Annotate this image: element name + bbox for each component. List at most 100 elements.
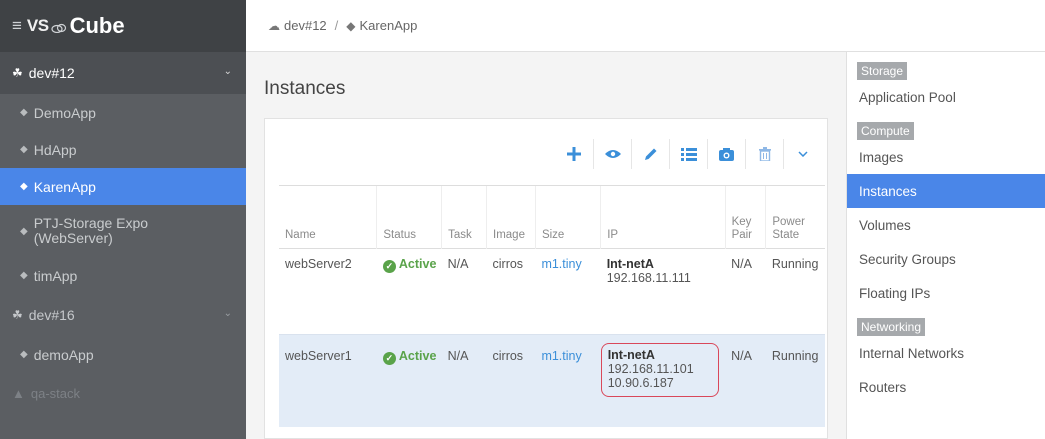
sidebar: ≡ VS Cube ☘ dev#12 ⌄ ◆ DemoApp ◆ HdApp ◆…: [0, 0, 246, 439]
check-circle-icon: ✓: [382, 260, 396, 273]
ip-highlight-box: Int-netA 192.168.11.101 10.90.6.187: [600, 343, 719, 397]
nav-item-application-pool[interactable]: Application Pool: [847, 80, 1045, 114]
instance-power-state: Running: [765, 248, 825, 335]
ip-address: 192.168.11.111: [606, 271, 691, 285]
instance-task: N/A: [441, 248, 487, 335]
app-icon: ◆: [20, 349, 28, 360]
brand-header: ≡ VS Cube: [0, 0, 246, 52]
ip-address: 192.168.11.101: [607, 362, 694, 376]
breadcrumb-app[interactable]: KarenApp: [360, 18, 418, 33]
section-header-networking: Networking: [857, 318, 926, 336]
sidebar-app-label: DemoApp: [33, 104, 96, 121]
app-icon: ◆: [20, 270, 28, 281]
main-content: Instances Name Status Task Image Size IP…: [246, 52, 846, 439]
sidebar-app-demoapp[interactable]: ◆ DemoApp: [0, 94, 246, 131]
table-header-row: Name Status Task Image Size IP Key Pair …: [279, 185, 825, 249]
network-name: Int-netA: [607, 348, 655, 362]
instance-power-state: Running: [765, 334, 825, 427]
instance-size: m1.tiny: [535, 248, 601, 335]
nav-item-routers[interactable]: Routers: [847, 370, 1045, 404]
brand-prefix: VS: [26, 16, 49, 35]
sidebar-app-timapp[interactable]: ◆ timApp: [0, 257, 246, 294]
snapshot-instance-button[interactable]: [707, 139, 745, 169]
cluster-icon: ☘: [12, 308, 23, 322]
column-header-key-pair[interactable]: Key Pair: [724, 185, 766, 249]
edit-instance-button[interactable]: [631, 139, 669, 169]
chevron-down-icon[interactable]: ⌄: [224, 66, 232, 77]
instance-ip: Int-netA 192.168.11.101 10.90.6.187: [600, 334, 726, 427]
hamburger-menu-icon[interactable]: ≡: [12, 16, 22, 36]
breadcrumb-separator: /: [334, 18, 339, 33]
chevron-down-icon: [797, 151, 808, 157]
instance-status: ✓ Active: [376, 248, 442, 335]
sidebar-app-karenapp[interactable]: ◆ KarenApp: [0, 168, 246, 205]
instances-table: Name Status Task Image Size IP Key Pair …: [279, 185, 825, 427]
column-header-ip[interactable]: IP: [600, 185, 726, 249]
instance-status: ✓ Active: [376, 334, 442, 427]
sidebar-app-label: KarenApp: [33, 178, 96, 195]
nav-item-internal-networks[interactable]: Internal Networks: [847, 336, 1045, 370]
sidebar-project-dev16[interactable]: ☘ dev#16 ⌄: [0, 294, 246, 336]
instance-size: m1.tiny: [535, 334, 601, 427]
nav-item-images[interactable]: Images: [847, 140, 1045, 174]
instance-name[interactable]: webServer2: [279, 248, 377, 335]
edit-icon: [644, 148, 656, 160]
column-header-status[interactable]: Status: [376, 185, 442, 249]
more-actions-button[interactable]: [783, 139, 821, 169]
sidebar-app-label: demoApp: [33, 346, 94, 363]
sidebar-project-label: dev#16: [28, 307, 75, 323]
breadcrumb: ☁ dev#12 / ◆ KarenApp: [246, 0, 1045, 52]
sidebar-app-ptj-storage-expo[interactable]: ◆ PTJ-Storage Expo (WebServer): [0, 205, 246, 257]
view-instance-button[interactable]: [593, 139, 631, 169]
view-icon: [604, 150, 621, 158]
nav-item-floating-ips[interactable]: Floating IPs: [847, 276, 1045, 310]
delete-instance-button[interactable]: [745, 139, 783, 169]
sidebar-app-demoapp-dev16[interactable]: ◆ demoApp: [0, 336, 246, 373]
chevron-down-icon[interactable]: ⌄: [224, 308, 232, 319]
instance-image: cirros: [486, 334, 536, 427]
nav-item-volumes[interactable]: Volumes: [847, 208, 1045, 242]
section-header-compute: Compute: [857, 122, 914, 140]
sidebar-app-label: HdApp: [33, 141, 77, 158]
camera-icon: [719, 147, 734, 161]
app-icon: ◆: [20, 107, 28, 118]
nav-item-instances[interactable]: Instances: [847, 174, 1045, 208]
instance-key-pair: N/A: [725, 334, 766, 427]
status-label: Active: [398, 257, 437, 271]
sidebar-project-qa-stack[interactable]: ▲ qa-stack: [0, 373, 246, 413]
nav-item-security-groups[interactable]: Security Groups: [847, 242, 1045, 276]
column-header-image[interactable]: Image: [486, 185, 536, 249]
column-header-size[interactable]: Size: [534, 185, 601, 249]
cloud-icon: ☁: [268, 18, 280, 33]
cluster-icon: ☘: [12, 66, 23, 80]
sidebar-project-label: dev#12: [28, 65, 75, 81]
section-header-storage: Storage: [857, 62, 908, 80]
table-row-selected[interactable]: webServer1 ✓ Active N/A cirros m1.tiny In…: [279, 334, 825, 427]
size-link[interactable]: m1.tiny: [541, 349, 581, 363]
table-row[interactable]: webServer2 ✓ Active N/A cirros m1.tiny In…: [279, 248, 825, 335]
column-header-task[interactable]: Task: [441, 185, 487, 249]
list-instances-button[interactable]: [669, 139, 707, 169]
instance-key-pair: N/A: [725, 248, 766, 335]
instance-name[interactable]: webServer1: [279, 334, 377, 427]
add-instance-button[interactable]: [555, 139, 593, 169]
page-title: Instances: [264, 78, 346, 99]
add-icon: [567, 147, 581, 161]
network-name: Int-netA: [606, 257, 654, 271]
instances-toolbar: [555, 139, 821, 169]
breadcrumb-project[interactable]: dev#12: [284, 18, 327, 33]
column-header-power-state[interactable]: Power State: [765, 185, 825, 249]
app-icon: ◆: [20, 181, 28, 192]
instance-image: cirros: [486, 248, 536, 335]
trash-icon: [758, 147, 771, 161]
brand-name: Cube: [69, 13, 125, 38]
sidebar-app-label: PTJ-Storage Expo (WebServer): [33, 215, 149, 246]
stack-icon: ▲: [12, 385, 25, 401]
sidebar-project-label: qa-stack: [30, 385, 81, 401]
app-icon: ◆: [20, 225, 28, 237]
sidebar-app-hdapp[interactable]: ◆ HdApp: [0, 131, 246, 168]
column-header-name[interactable]: Name: [279, 185, 377, 249]
sidebar-project-dev12[interactable]: ☘ dev#12 ⌄: [0, 52, 246, 94]
sidebar-app-label: timApp: [33, 267, 78, 284]
size-link[interactable]: m1.tiny: [541, 257, 581, 271]
